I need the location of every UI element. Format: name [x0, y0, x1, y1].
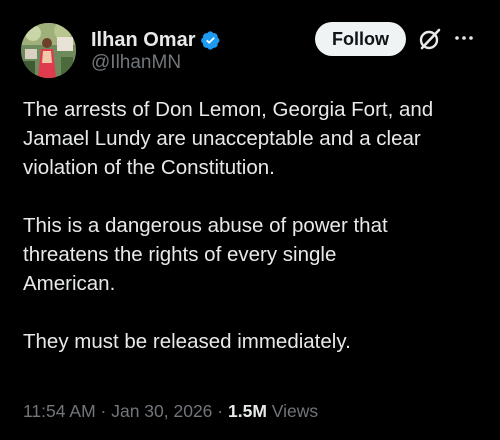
meta-separator: ·	[217, 401, 224, 421]
follow-button[interactable]: Follow	[315, 22, 406, 56]
tweet-meta: 11:54 AM · Jan 30, 2026 · 1.5M Views	[23, 401, 318, 422]
tweet-paragraph: The arrests of Don Lemon, Georgia Fort, …	[23, 95, 483, 182]
tweet-time[interactable]: 11:54 AM	[23, 401, 96, 421]
tweet-text: The arrests of Don Lemon, Georgia Fort, …	[23, 95, 483, 356]
tweet-paragraph: This is a dangerous abuse of power that …	[23, 211, 483, 298]
author-name-row: Ilhan Omar	[91, 27, 221, 53]
author-handle[interactable]: @IlhanMN	[91, 52, 181, 74]
tweet-paragraph: They must be released immediately.	[23, 327, 483, 356]
tweet-line: American.	[23, 272, 116, 295]
tweet-line: violation of the Constitution.	[23, 156, 275, 179]
tweet-date[interactable]: Jan 30, 2026	[111, 401, 212, 421]
tweet: Ilhan Omar @IlhanMN Follow The arrests o…	[0, 0, 500, 440]
tweet-line: threatens the rights of every single	[23, 243, 337, 266]
verified-badge-icon	[200, 30, 221, 51]
author-display-name[interactable]: Ilhan Omar	[91, 29, 195, 52]
tweet-line: The arrests of Don Lemon, Georgia Fort, …	[23, 98, 434, 121]
tweet-line: Jamael Lundy are unacceptable and a clea…	[23, 127, 421, 150]
grok-slash-icon[interactable]	[417, 26, 443, 52]
tweet-line: They must be released immediately.	[23, 330, 351, 353]
avatar[interactable]	[21, 23, 76, 78]
avatar-photo	[21, 23, 76, 78]
meta-separator: ·	[100, 401, 107, 421]
tweet-line: This is a dangerous abuse of power that	[23, 214, 388, 237]
views-count: 1.5M	[228, 401, 267, 421]
more-dots-icon[interactable]	[452, 30, 476, 46]
views-label: Views	[271, 401, 319, 421]
